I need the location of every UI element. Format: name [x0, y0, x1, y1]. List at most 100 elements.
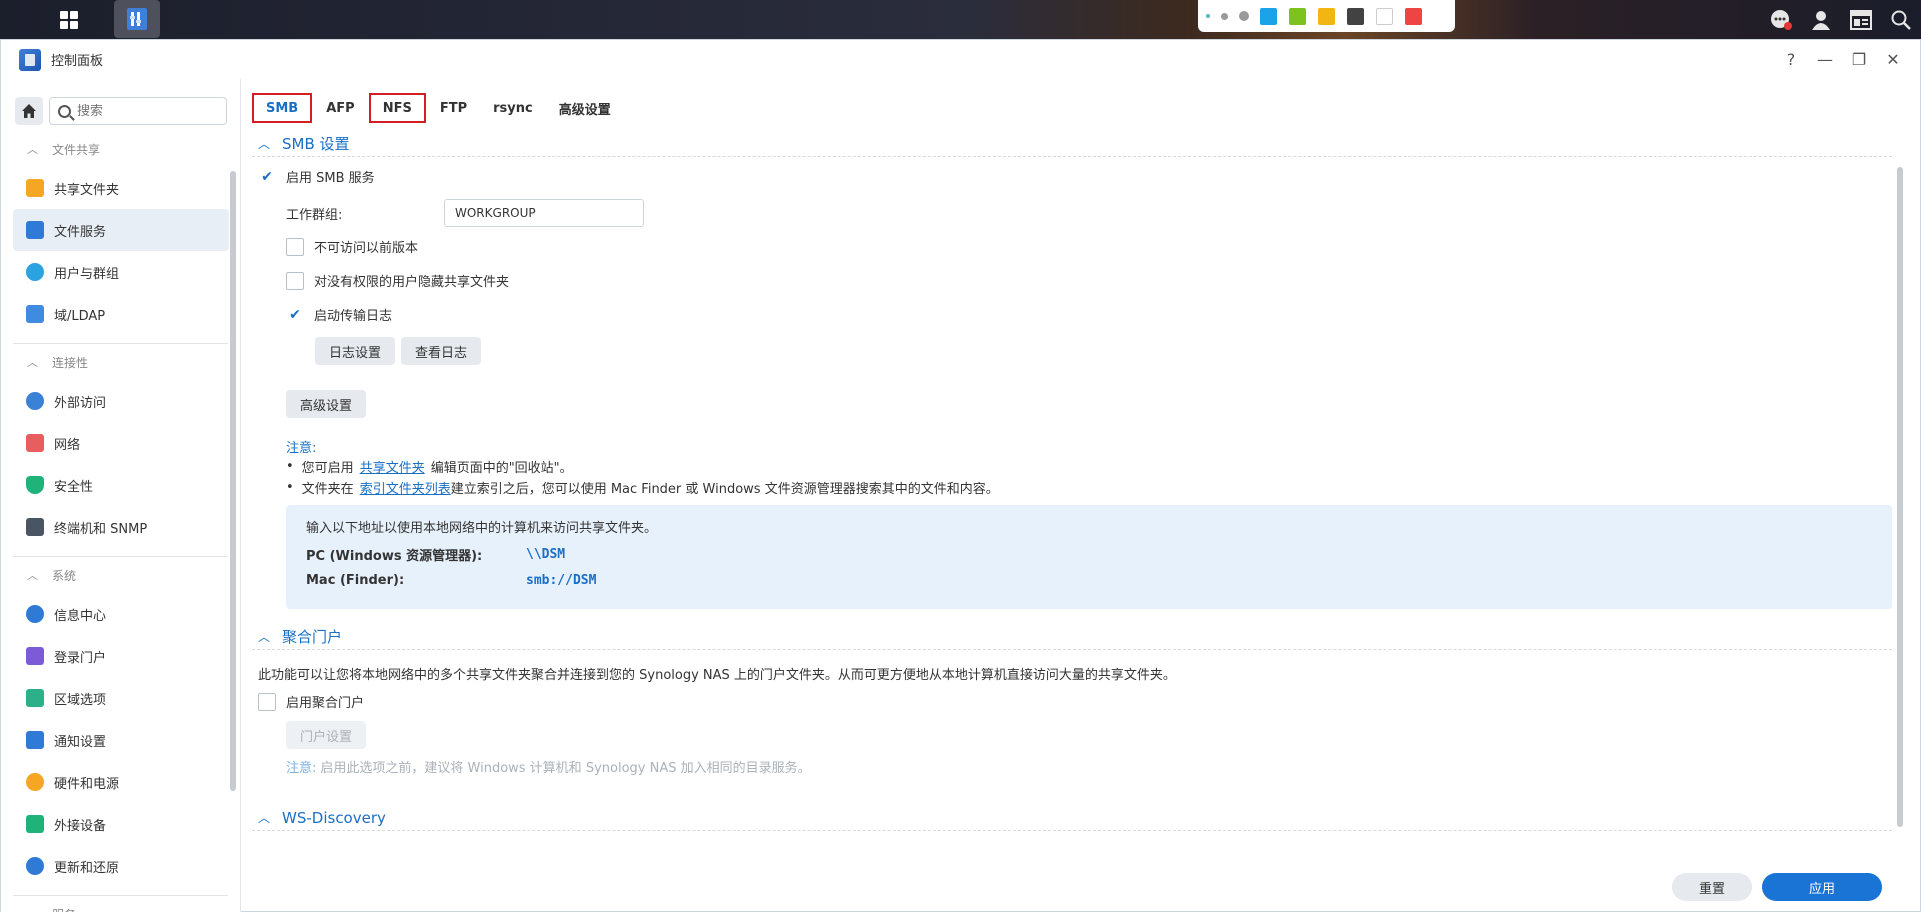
restore-icon[interactable]: ❐ [1850, 50, 1868, 69]
sidebar-item-login-portal[interactable]: 登录门户 [13, 635, 229, 677]
info-intro: 输入以下地址以使用本地网络中的计算机来访问共享文件夹。 [306, 521, 658, 536]
content-scrollbar[interactable] [1897, 167, 1903, 827]
external-device-icon [26, 815, 44, 833]
bullet-icon: • [286, 480, 294, 495]
sidebar-section-connectivity[interactable]: ︿ 连接性 [1, 344, 229, 380]
sidebar-item-file-services[interactable]: 文件服务 [13, 209, 229, 251]
portal-settings-button[interactable]: 门户设置 [286, 721, 367, 749]
home-icon[interactable] [15, 97, 43, 125]
sidebar-item-notification[interactable]: 通知设置 [13, 719, 229, 761]
regional-icon [26, 689, 44, 707]
no-prev-versions-row[interactable]: 不可访问以前版本 [286, 237, 418, 256]
search-icon [58, 104, 71, 118]
workgroup-label: 工作群组: [286, 207, 343, 223]
mac-address-value[interactable]: smb://DSM [526, 573, 596, 588]
domain-icon [26, 305, 44, 323]
chat-icon[interactable] [1761, 0, 1801, 39]
sidebar-section-file-sharing[interactable]: ︿ 文件共享 [1, 131, 229, 167]
large-dot-icon[interactable] [1239, 11, 1249, 21]
index-folder-list-link[interactable]: 索引文件夹列表 [360, 478, 451, 497]
lightbulb-icon [26, 773, 44, 791]
color-swatch-blue[interactable] [1260, 7, 1277, 25]
medium-dot-icon[interactable] [1221, 12, 1228, 20]
color-swatch-yellow[interactable] [1318, 7, 1335, 25]
tab-nfs[interactable]: NFS [368, 93, 426, 123]
sidebar-scrollbar[interactable] [230, 171, 236, 791]
smb-advanced-settings-button[interactable]: 高级设置 [286, 390, 367, 418]
smb-section-header[interactable]: ︿ SMB 设置 [252, 131, 1892, 157]
enable-smb-checkbox[interactable]: ✔ [258, 167, 276, 186]
sidebar-item-terminal-snmp[interactable]: 终端机和 SNMP [13, 506, 229, 548]
window-titlebar: 控制面板 ? — ❐ ✕ [1, 40, 1920, 79]
login-portal-icon [26, 647, 44, 665]
sidebar-item-external-access[interactable]: 外部访问 [13, 380, 229, 422]
tab-ftp[interactable]: FTP [428, 93, 479, 123]
sidebar-item-external-devices[interactable]: 外接设备 [13, 803, 229, 845]
close-icon[interactable]: ✕ [1884, 50, 1902, 69]
color-swatch-dark[interactable] [1347, 7, 1364, 25]
tab-rsync[interactable]: rsync [481, 93, 545, 123]
hide-shares-checkbox[interactable] [286, 271, 304, 290]
enable-aggregation-checkbox[interactable] [258, 692, 276, 711]
control-panel-taskbar-icon[interactable] [114, 0, 160, 38]
color-swatch-red[interactable] [1405, 7, 1422, 25]
transfer-log-checkbox[interactable]: ✔ [286, 305, 304, 324]
enable-smb-row[interactable]: ✔ 启用 SMB 服务 [258, 167, 375, 186]
sidebar-item-shared-folder[interactable]: 共享文件夹 [13, 167, 229, 209]
chevron-up-icon: ︿ [258, 811, 271, 825]
tab-afp[interactable]: AFP [314, 93, 366, 123]
sidebar-item-users-groups[interactable]: 用户与群组 [13, 251, 229, 293]
ws-discovery-section-header[interactable]: ︿ WS-Discovery [252, 805, 1892, 831]
sidebar-item-hardware-power[interactable]: 硬件和电源 [13, 761, 229, 803]
hide-shares-row[interactable]: 对没有权限的用户隐藏共享文件夹 [286, 271, 509, 290]
chevron-up-icon: ︿ [27, 906, 38, 912]
sidebar-item-network[interactable]: 网络 [13, 422, 229, 464]
control-panel-window: 控制面板 ? — ❐ ✕ ︿文件共享 共享文件夹 文件服务 用户与群组 域/LD… [0, 39, 1921, 912]
aggregation-section-header[interactable]: ︿ 聚合门户 [252, 624, 1892, 650]
pc-address-value[interactable]: \\DSM [526, 547, 565, 562]
sidebar-search[interactable] [49, 97, 227, 125]
settings-scroll-area: ︿ SMB 设置 ✔ 启用 SMB 服务 工作群组: WORKGROUP 不可访… [252, 131, 1892, 861]
file-services-icon [26, 221, 44, 239]
widgets-icon[interactable] [1841, 0, 1881, 39]
sidebar-item-info-center[interactable]: 信息中心 [13, 593, 229, 635]
chevron-up-icon: ︿ [27, 569, 38, 582]
user-icon[interactable] [1801, 0, 1841, 39]
smb-note-item-1: • 您可启用 共享文件夹 编辑页面中的"回收站"。 [286, 457, 573, 476]
color-swatch-green[interactable] [1289, 7, 1306, 25]
enable-aggregation-row[interactable]: 启用聚合门户 [258, 692, 364, 711]
shield-icon [26, 476, 44, 494]
shared-folder-link[interactable]: 共享文件夹 [360, 457, 425, 476]
aggregation-note: 注意: 启用此选项之前，建议将 Windows 计算机和 Synology NA… [286, 761, 811, 776]
help-icon[interactable]: ? [1782, 50, 1800, 69]
minimize-icon[interactable]: — [1816, 50, 1834, 69]
no-prev-versions-checkbox[interactable] [286, 237, 304, 256]
sidebar-item-regional-options[interactable]: 区域选项 [13, 677, 229, 719]
access-address-info-box: 输入以下地址以使用本地网络中的计算机来访问共享文件夹。 PC (Windows … [286, 505, 1892, 609]
reset-button[interactable]: 重置 [1672, 873, 1752, 901]
color-swatch-white[interactable] [1376, 7, 1393, 25]
footer-bar: 重置 应用 [242, 861, 1921, 912]
chevron-up-icon: ︿ [258, 137, 271, 151]
sidebar-section-services[interactable]: ︿服务 [1, 896, 229, 912]
search-icon[interactable] [1881, 0, 1921, 39]
search-input[interactable] [77, 103, 217, 119]
apply-button[interactable]: 应用 [1762, 873, 1882, 901]
tab-smb[interactable]: SMB [252, 93, 313, 123]
main-menu-icon[interactable] [46, 0, 92, 39]
workgroup-input[interactable]: WORKGROUP [444, 199, 644, 227]
main-content: SMB AFP NFS FTP rsync 高级设置 ︿ SMB 设置 ✔ 启用… [242, 79, 1921, 912]
log-settings-button[interactable]: 日志设置 [315, 337, 396, 365]
chevron-up-icon: ︿ [27, 356, 38, 369]
tab-advanced[interactable]: 高级设置 [547, 93, 623, 123]
sidebar-item-update-restore[interactable]: 更新和还原 [13, 845, 229, 887]
smb-note-item-2: • 文件夹在 索引文件夹列表 建立索引之后，您可以使用 Mac Finder 或… [286, 478, 999, 497]
sidebar-item-domain-ldap[interactable]: 域/LDAP [13, 293, 229, 335]
transfer-log-row[interactable]: ✔ 启动传输日志 [286, 305, 392, 324]
view-log-button[interactable]: 查看日志 [401, 337, 482, 365]
small-dot-icon[interactable] [1206, 14, 1210, 18]
sidebar-item-security[interactable]: 安全性 [13, 464, 229, 506]
desktop-taskbar [0, 0, 1921, 39]
update-icon [26, 857, 44, 875]
sidebar-section-system[interactable]: ︿ 系统 [1, 557, 229, 593]
